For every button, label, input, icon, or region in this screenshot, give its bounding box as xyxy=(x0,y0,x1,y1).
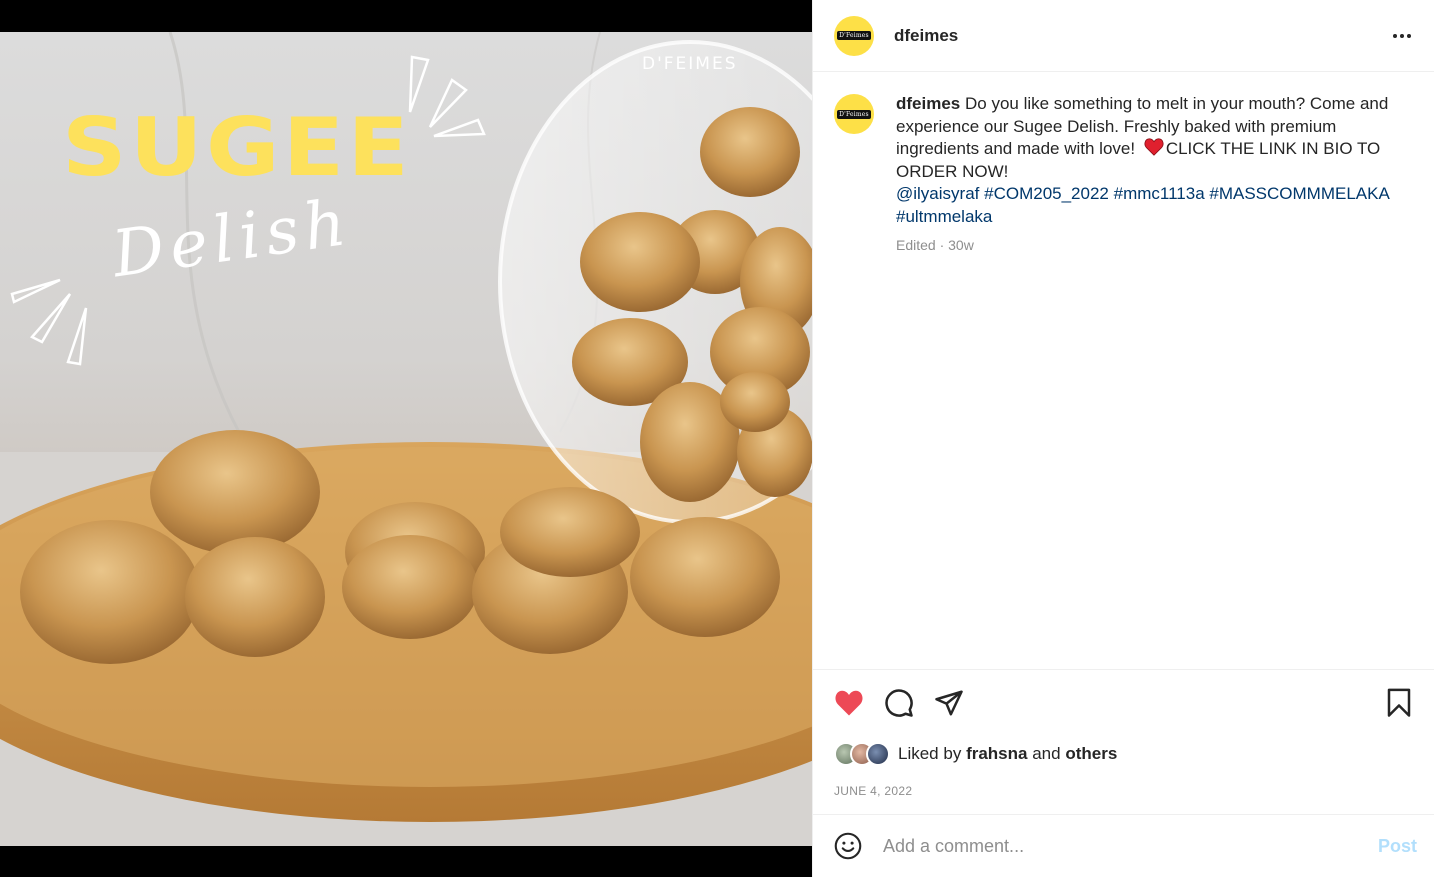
likes-prefix: Liked by xyxy=(898,744,962,763)
hashtag-link[interactable]: #MASSCOMMMELAKA xyxy=(1209,184,1389,203)
more-options-button[interactable] xyxy=(1386,20,1418,52)
red-heart-icon xyxy=(1144,138,1164,156)
avatar[interactable]: D'Feimes xyxy=(834,15,874,56)
avatar-logo-text: D'Feimes xyxy=(837,31,871,40)
bookmark-icon xyxy=(1387,688,1411,717)
liker-username[interactable]: frahsna xyxy=(966,744,1027,764)
emoji-button[interactable] xyxy=(833,831,863,861)
brand-watermark: D'FEIMES xyxy=(642,54,738,74)
caption-tags: @ilyaisyraf #COM205_2022 #mmc1113a #MASS… xyxy=(896,183,1396,228)
share-button[interactable] xyxy=(932,686,966,720)
comment-button[interactable] xyxy=(882,686,916,720)
caption-body: dfeimes Do you like something to melt in… xyxy=(896,93,1396,669)
post-comment-button[interactable]: Post xyxy=(1378,836,1417,857)
smiley-icon xyxy=(834,832,862,860)
caption-meta: Edited · 30w xyxy=(896,237,974,253)
comment-input[interactable] xyxy=(883,835,1378,857)
liker-avatars[interactable] xyxy=(834,742,890,766)
comment-icon xyxy=(885,689,913,717)
comment-bar: Post xyxy=(813,814,1434,877)
caption: D'Feimes dfeimes Do you like something t… xyxy=(813,73,1433,669)
mention-link[interactable]: @ilyaisyraf xyxy=(896,184,979,203)
liker-avatar xyxy=(866,742,890,766)
engagement-section: Liked by frahsna and others JUNE 4, 2022 xyxy=(813,669,1434,798)
hashtag-link[interactable]: #ultmmelaka xyxy=(896,207,992,226)
post-date[interactable]: JUNE 4, 2022 xyxy=(813,784,1434,798)
header-username[interactable]: dfeimes xyxy=(894,26,958,46)
post-sidebar: D'Feimes dfeimes D'Feimes dfeimes Do you… xyxy=(812,0,1434,877)
caption-avatar[interactable]: D'Feimes xyxy=(834,94,874,134)
hashtag-link[interactable]: #COM205_2022 xyxy=(984,184,1109,203)
heart-filled-icon xyxy=(835,690,863,716)
likes-others-link[interactable]: others xyxy=(1065,744,1117,764)
post-media: D'FEIMES SUGEE Delish xyxy=(0,0,812,877)
post-photo[interactable]: D'FEIMES SUGEE Delish xyxy=(0,32,812,846)
like-button[interactable] xyxy=(832,686,866,720)
post-title-text: SUGEE xyxy=(62,101,413,194)
paper-plane-icon xyxy=(935,690,963,716)
likes-summary: Liked by frahsna and others xyxy=(813,736,1434,772)
action-bar xyxy=(813,670,1434,736)
caption-avatar-logo-text: D'Feimes xyxy=(837,109,871,119)
more-horizontal-icon xyxy=(1393,33,1411,38)
save-button[interactable] xyxy=(1382,686,1416,720)
post-header: D'Feimes dfeimes xyxy=(813,0,1434,72)
hashtag-link[interactable]: #mmc1113a xyxy=(1114,184,1205,203)
caption-username[interactable]: dfeimes xyxy=(896,94,960,113)
likes-conjunction: and xyxy=(1032,744,1061,763)
